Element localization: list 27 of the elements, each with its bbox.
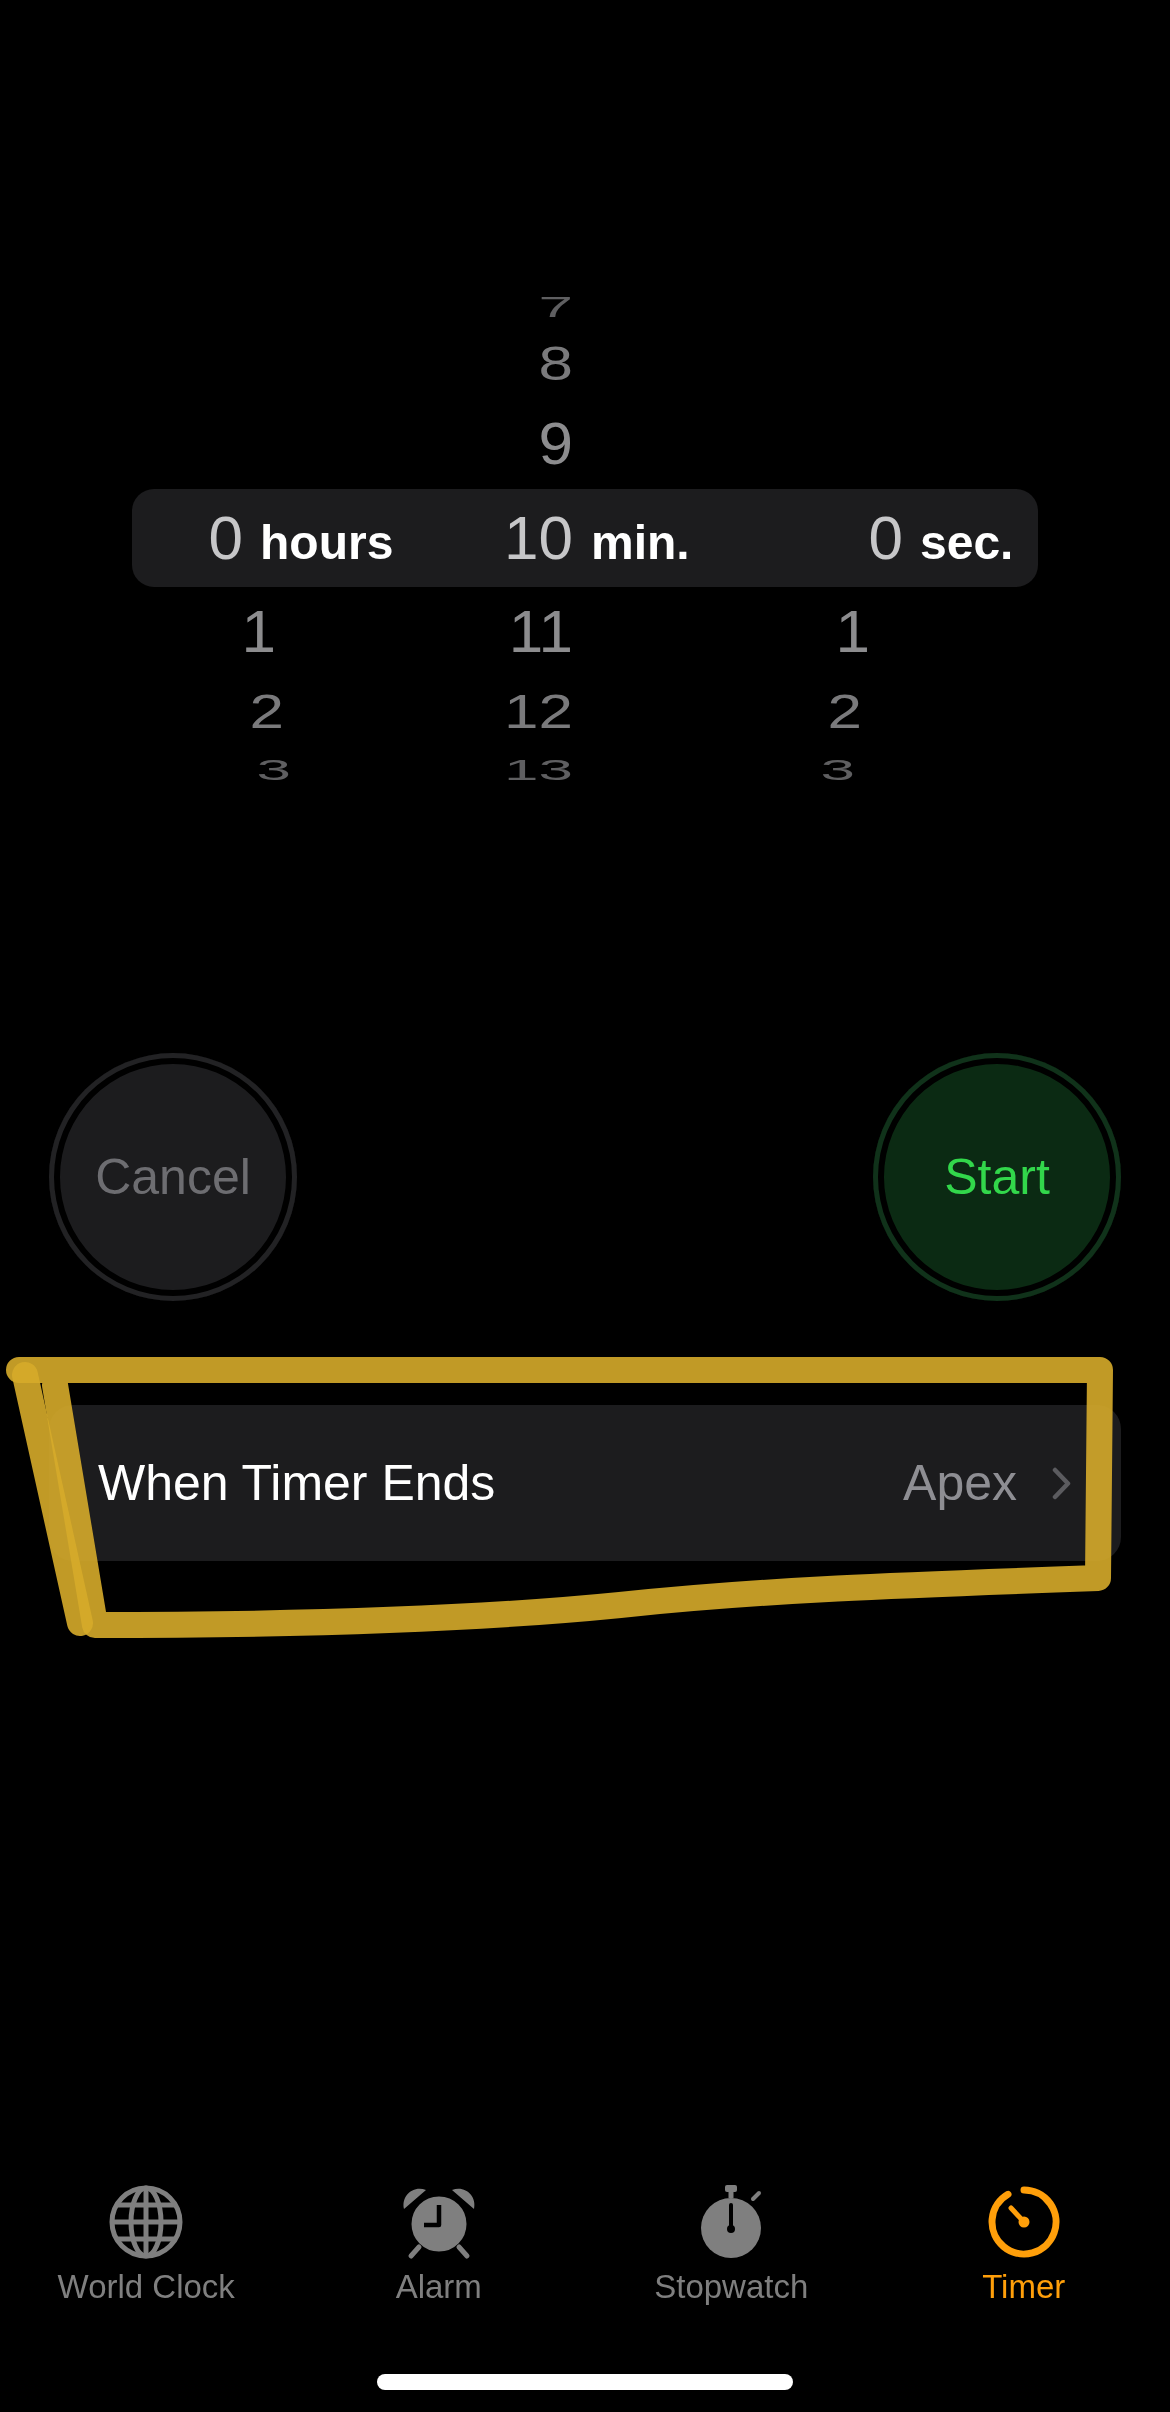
globe-icon: [108, 2184, 185, 2260]
picker-value[interactable]: 10: [504, 507, 573, 569]
tab-item[interactable]: Alarm: [395, 2184, 482, 2305]
start-button[interactable]: Start: [873, 1053, 1121, 1301]
tab-item[interactable]: Stopwatch: [654, 2184, 809, 2305]
picker-value[interactable]: 0: [208, 507, 243, 569]
picker-value[interactable]: 1: [835, 602, 870, 662]
row-value: Apex: [903, 1458, 1017, 1508]
picker-value[interactable]: 3: [820, 754, 855, 785]
picker-value[interactable]: 1: [241, 602, 276, 662]
picker-value[interactable]: 8: [538, 340, 573, 388]
picker-unit-label: hours: [260, 519, 394, 567]
tab-item[interactable]: World Clock: [57, 2184, 235, 2305]
picker-value[interactable]: 7: [538, 291, 573, 322]
chevron-icon: [1052, 1466, 1071, 1500]
tab-item[interactable]: Timer: [982, 2184, 1066, 2305]
picker-value[interactable]: 3: [256, 754, 291, 785]
picker-unit-label: min.: [591, 519, 690, 567]
picker-value[interactable]: 12: [504, 688, 573, 736]
picker-value[interactable]: 2: [249, 688, 284, 736]
picker-unit-label: sec.: [920, 519, 1014, 567]
picker-value[interactable]: 9: [538, 414, 573, 474]
picker-value[interactable]: 13: [504, 754, 573, 785]
picker-value[interactable]: 2: [827, 688, 862, 736]
picker-value[interactable]: 11: [508, 602, 573, 662]
picker-value[interactable]: 0: [868, 507, 903, 569]
row-label: When Timer Ends: [98, 1458, 497, 1508]
